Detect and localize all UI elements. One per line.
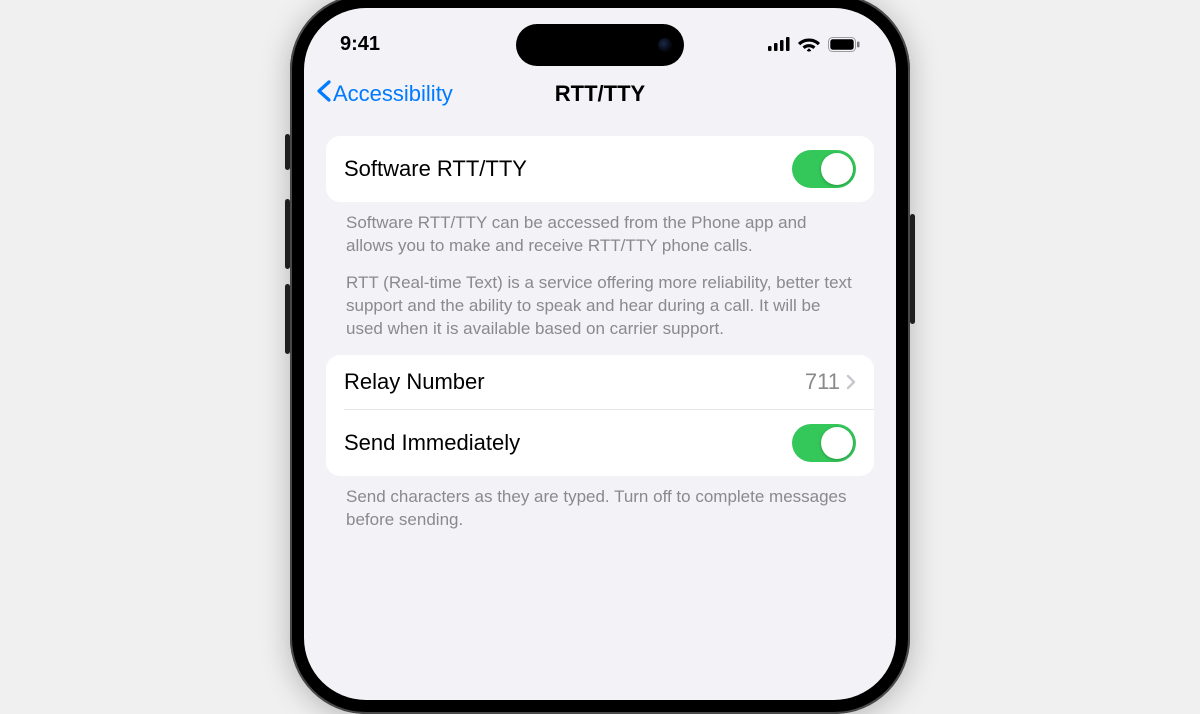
volume-up-button	[285, 199, 290, 269]
row-relay-number[interactable]: Relay Number 711	[326, 355, 874, 409]
back-label: Accessibility	[333, 81, 453, 107]
group-software-rtt: Software RTT/TTY	[326, 136, 874, 202]
status-time: 9:41	[340, 33, 380, 56]
footer-paragraph: Software RTT/TTY can be accessed from th…	[346, 212, 854, 258]
row-value-wrap: 711	[805, 369, 856, 395]
footer-paragraph: RTT (Real-time Text) is a service offeri…	[346, 272, 854, 341]
cellular-signal-icon	[768, 37, 790, 51]
row-send-immediately[interactable]: Send Immediately	[326, 410, 874, 476]
screen: 9:41 Accessibility RTT/TTY	[304, 8, 896, 700]
toggle-knob	[821, 153, 853, 185]
row-label: Send Immediately	[344, 430, 520, 456]
phone-frame: 9:41 Accessibility RTT/TTY	[290, 0, 910, 714]
nav-bar: Accessibility RTT/TTY	[304, 70, 896, 118]
wifi-icon	[798, 36, 820, 52]
row-label: Software RTT/TTY	[344, 156, 527, 182]
content: Software RTT/TTY Software RTT/TTY can be…	[304, 118, 896, 546]
mute-switch	[285, 134, 290, 170]
row-software-rtt-tty[interactable]: Software RTT/TTY	[326, 136, 874, 202]
group-software-rtt-footer: Software RTT/TTY can be accessed from th…	[326, 202, 874, 355]
back-button[interactable]: Accessibility	[316, 80, 453, 108]
group-relay-send: Relay Number 711 Send Immediately	[326, 355, 874, 476]
front-camera	[658, 38, 672, 52]
row-label: Relay Number	[344, 369, 485, 395]
group-relay-send-footer: Send characters as they are typed. Turn …	[326, 476, 874, 546]
chevron-left-icon	[316, 80, 331, 108]
power-button	[910, 214, 915, 324]
software-rtt-tty-toggle[interactable]	[792, 150, 856, 188]
status-right	[768, 36, 860, 52]
volume-down-button	[285, 284, 290, 354]
page-title: RTT/TTY	[555, 81, 645, 107]
send-immediately-toggle[interactable]	[792, 424, 856, 462]
chevron-right-icon	[846, 374, 856, 390]
dynamic-island	[516, 24, 684, 66]
battery-icon	[828, 37, 860, 52]
footer-paragraph: Send characters as they are typed. Turn …	[346, 486, 854, 532]
relay-number-value: 711	[805, 369, 840, 395]
toggle-knob	[821, 427, 853, 459]
